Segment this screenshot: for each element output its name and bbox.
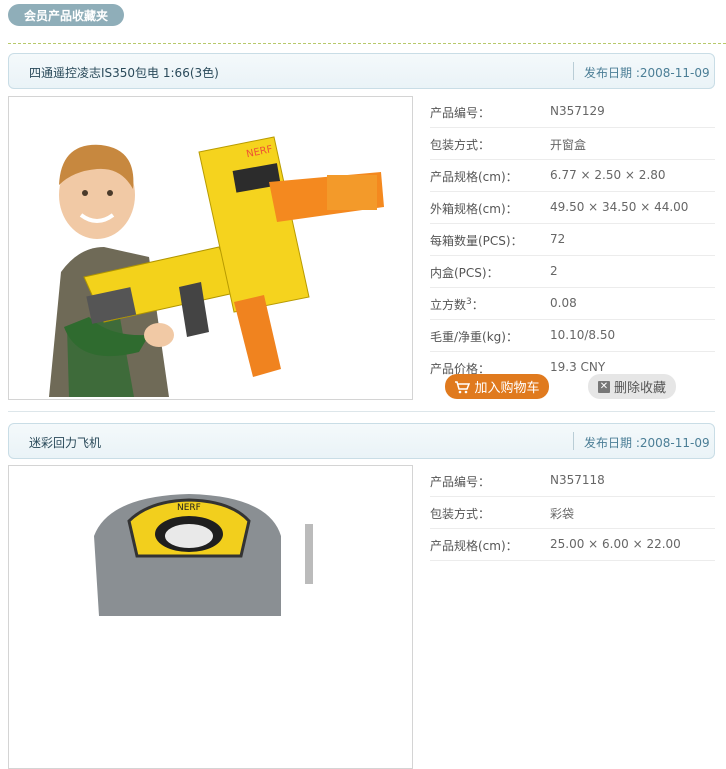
product-size: 6.77 × 2.50 × 2.80: [550, 168, 666, 182]
inner-box-qty: 2: [550, 264, 558, 278]
product-specs: 产品编号： N357129 包装方式： 开窗盒 产品规格(cm)： 6.77 × 2.…: [430, 96, 715, 383]
spec-row: 产品规格(cm)： 25.00 × 6.00 × 22.00: [430, 529, 715, 561]
packing-type: 彩袋: [550, 507, 575, 521]
product-name-link[interactable]: 迷彩回力飞机: [29, 434, 101, 451]
spec-row: 产品编号： N357129: [430, 96, 715, 128]
product-size: 25.00 × 6.00 × 22.00: [550, 537, 681, 551]
product-image[interactable]: NERF: [8, 96, 413, 400]
spec-row: 毛重/净重(kg)： 10.10/8.50: [430, 320, 715, 352]
toy-shield-image: NERF: [94, 494, 313, 616]
product-title-bar: 四通遥控凌志IS350包电 1:66(3色) 发布日期 :2008-11-09: [8, 53, 715, 89]
spec-row: 每箱数量(PCS)： 72: [430, 224, 715, 256]
product-name-link[interactable]: 四通遥控凌志IS350包电 1:66(3色): [29, 64, 219, 81]
remove-favorite-button[interactable]: ✕ 删除收藏: [588, 374, 676, 399]
product-divider: [8, 411, 715, 412]
header-dotted-divider: [8, 43, 726, 44]
publish-date: 发布日期 :2008-11-09: [584, 436, 710, 450]
spec-row: 立方数3： 0.08: [430, 288, 715, 320]
title-separator: [573, 432, 574, 450]
favorites-title: 会员产品收藏夹: [24, 8, 109, 23]
cubic-volume: 0.08: [550, 296, 577, 310]
cart-icon: [455, 380, 471, 393]
product-code: N357129: [550, 104, 605, 118]
favorites-title-pill: 会员产品收藏夹: [8, 4, 125, 26]
packing-type: 开窗盒: [550, 138, 587, 152]
title-separator: [573, 62, 574, 80]
spec-row: 产品编号： N357118: [430, 465, 715, 497]
product-code: N357118: [550, 473, 605, 487]
spec-row: 产品规格(cm)： 6.77 × 2.50 × 2.80: [430, 160, 715, 192]
spec-row: 外箱规格(cm)： 49.50 × 34.50 × 44.00: [430, 192, 715, 224]
spec-row: 包装方式： 开窗盒: [430, 128, 715, 160]
toy-blaster-image: NERF: [49, 136, 384, 397]
svg-text:NERF: NERF: [177, 503, 201, 513]
qty-per-carton: 72: [550, 232, 566, 246]
spec-row: 内盒(PCS)： 2: [430, 256, 715, 288]
product-specs: 产品编号： N357118 包装方式： 彩袋 产品规格(cm)： 25.00 × 6.…: [430, 465, 715, 561]
weight: 10.10/8.50: [550, 328, 616, 342]
publish-date: 发布日期 :2008-11-09: [584, 66, 710, 80]
close-box-icon: ✕: [597, 380, 610, 393]
product-title-bar: 迷彩回力飞机 发布日期 :2008-11-09: [8, 423, 715, 459]
add-to-cart-button[interactable]: 加入购物车: [445, 374, 549, 399]
price: 19.3 CNY: [550, 360, 606, 374]
product-image[interactable]: NERF: [8, 465, 413, 769]
carton-size: 49.50 × 34.50 × 44.00: [550, 200, 689, 214]
spec-row: 包装方式： 彩袋: [430, 497, 715, 529]
